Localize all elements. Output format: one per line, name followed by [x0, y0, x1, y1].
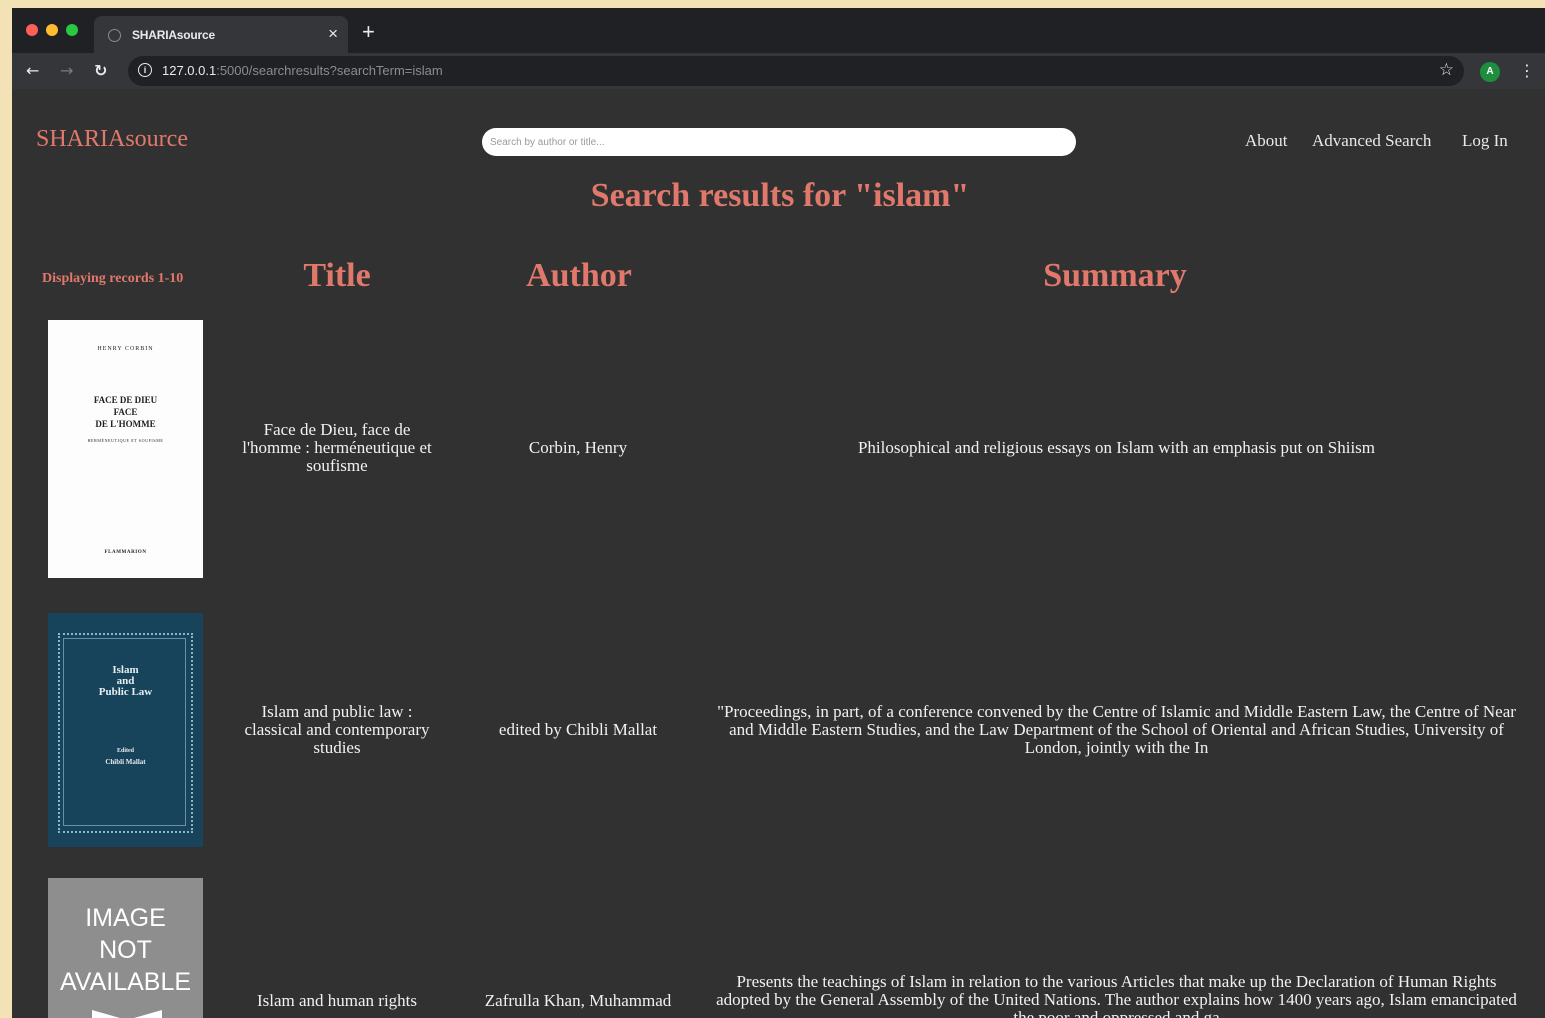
- address-bar[interactable]: i 127.0.0.1:5000/searchresults?searchTer…: [128, 56, 1464, 86]
- kebab-menu-icon[interactable]: ⋮: [1519, 61, 1535, 80]
- result-row[interactable]: HENRY CORBIN FACE DE DIEU FACE DE L'HOMM…: [12, 320, 1545, 580]
- placeholder-text: IMAGE NOT AVAILABLE: [48, 902, 203, 998]
- cover-subtitle: HERMÉNEUTIQUE ET SOUFISME: [87, 438, 164, 443]
- result-title[interactable]: Face de Dieu, face de l'homme : herméneu…: [234, 421, 440, 475]
- column-header-title: Title: [303, 257, 371, 294]
- placeholder-line: AVAILABLE: [59, 968, 192, 996]
- result-title[interactable]: Islam and human rights: [234, 992, 440, 1010]
- result-author: Zafrulla Khan, Muhammad: [484, 991, 672, 1010]
- close-tab-icon[interactable]: ×: [328, 24, 338, 44]
- cover-title: FACE DE DIEU FACE DE L'HOMME: [48, 394, 203, 430]
- placeholder-line: NOT: [99, 936, 152, 964]
- tab-strip: SHARIAsource × +: [12, 8, 1545, 53]
- page-title: Search results for "islam": [590, 177, 970, 214]
- cover-title-line: FACE: [113, 407, 138, 417]
- book-cover-image[interactable]: Islam and Public Law Edited Chibli Malla…: [48, 613, 203, 847]
- profile-avatar[interactable]: A: [1480, 62, 1500, 82]
- url-host: 127.0.0.1: [162, 63, 217, 78]
- cover-editor-label: Edited: [116, 748, 134, 754]
- new-tab-button[interactable]: +: [362, 19, 375, 45]
- cover-title-line: DE L'HOMME: [95, 419, 156, 429]
- forward-arrow-icon[interactable]: →: [60, 61, 73, 80]
- minimize-window-button[interactable]: [46, 24, 58, 36]
- records-count-label: Displaying records 1-10: [42, 271, 184, 286]
- column-header-author: Author: [526, 257, 632, 294]
- result-author: Corbin, Henry: [528, 438, 628, 457]
- back-arrow-icon[interactable]: ←: [26, 61, 39, 80]
- info-icon[interactable]: i: [138, 63, 152, 77]
- search-input[interactable]: [482, 128, 1076, 156]
- image-not-available-placeholder[interactable]: IMAGE NOT AVAILABLE: [48, 878, 203, 1018]
- site-logo[interactable]: SHARIAsource: [36, 126, 188, 153]
- cover-author: HENRY CORBIN: [97, 346, 154, 352]
- result-row[interactable]: IMAGE NOT AVAILABLE Islam and human righ…: [12, 878, 1545, 1018]
- nav-advanced-search-link[interactable]: Advanced Search: [1312, 131, 1431, 151]
- reload-icon[interactable]: ↻: [94, 61, 107, 80]
- book-cover-image[interactable]: HENRY CORBIN FACE DE DIEU FACE DE L'HOMM…: [48, 320, 203, 578]
- page-content: SHARIAsource About Advanced Search Log I…: [12, 89, 1545, 1018]
- maximize-window-button[interactable]: [66, 24, 78, 36]
- bookmark-star-icon[interactable]: ☆: [1439, 60, 1454, 80]
- result-title[interactable]: Islam and public law : classical and con…: [234, 703, 440, 757]
- browser-window: SHARIAsource × + ← → ↻ i 127.0.0.1:5000/…: [12, 8, 1545, 1018]
- cover-editor: Chibli Mallat: [105, 758, 146, 766]
- result-row[interactable]: Islam and Public Law Edited Chibli Malla…: [12, 613, 1545, 849]
- envelope-icon: [92, 1010, 162, 1018]
- browser-toolbar: ← → ↻ i 127.0.0.1:5000/searchresults?sea…: [12, 53, 1545, 89]
- column-header-summary: Summary: [1043, 257, 1187, 294]
- result-author: edited by Chibli Mallat: [498, 720, 658, 739]
- url-text[interactable]: 127.0.0.1:5000/searchresults?searchTerm=…: [162, 63, 443, 78]
- cover-title: Islam and Public Law: [48, 665, 203, 698]
- nav-about-link[interactable]: About: [1245, 131, 1288, 151]
- placeholder-line: IMAGE: [85, 904, 166, 932]
- result-summary: Presents the teachings of Islam in relat…: [716, 972, 1517, 1018]
- url-path: :5000/searchresults?searchTerm=islam: [216, 63, 443, 78]
- cover-title-line: FACE DE DIEU: [93, 395, 158, 405]
- result-summary: "Proceedings, in part, of a conference c…: [717, 702, 1516, 757]
- tab-title: SHARIAsource: [132, 28, 215, 42]
- close-window-button[interactable]: [26, 24, 38, 36]
- cover-publisher: FLAMMARION: [104, 550, 147, 555]
- browser-tab[interactable]: SHARIAsource ×: [94, 16, 348, 53]
- result-summary: Philosophical and religious essays on Is…: [857, 438, 1376, 457]
- globe-icon: [108, 29, 121, 42]
- nav-log-in-link[interactable]: Log In: [1462, 131, 1508, 151]
- cover-title-line: Public Law: [98, 686, 153, 698]
